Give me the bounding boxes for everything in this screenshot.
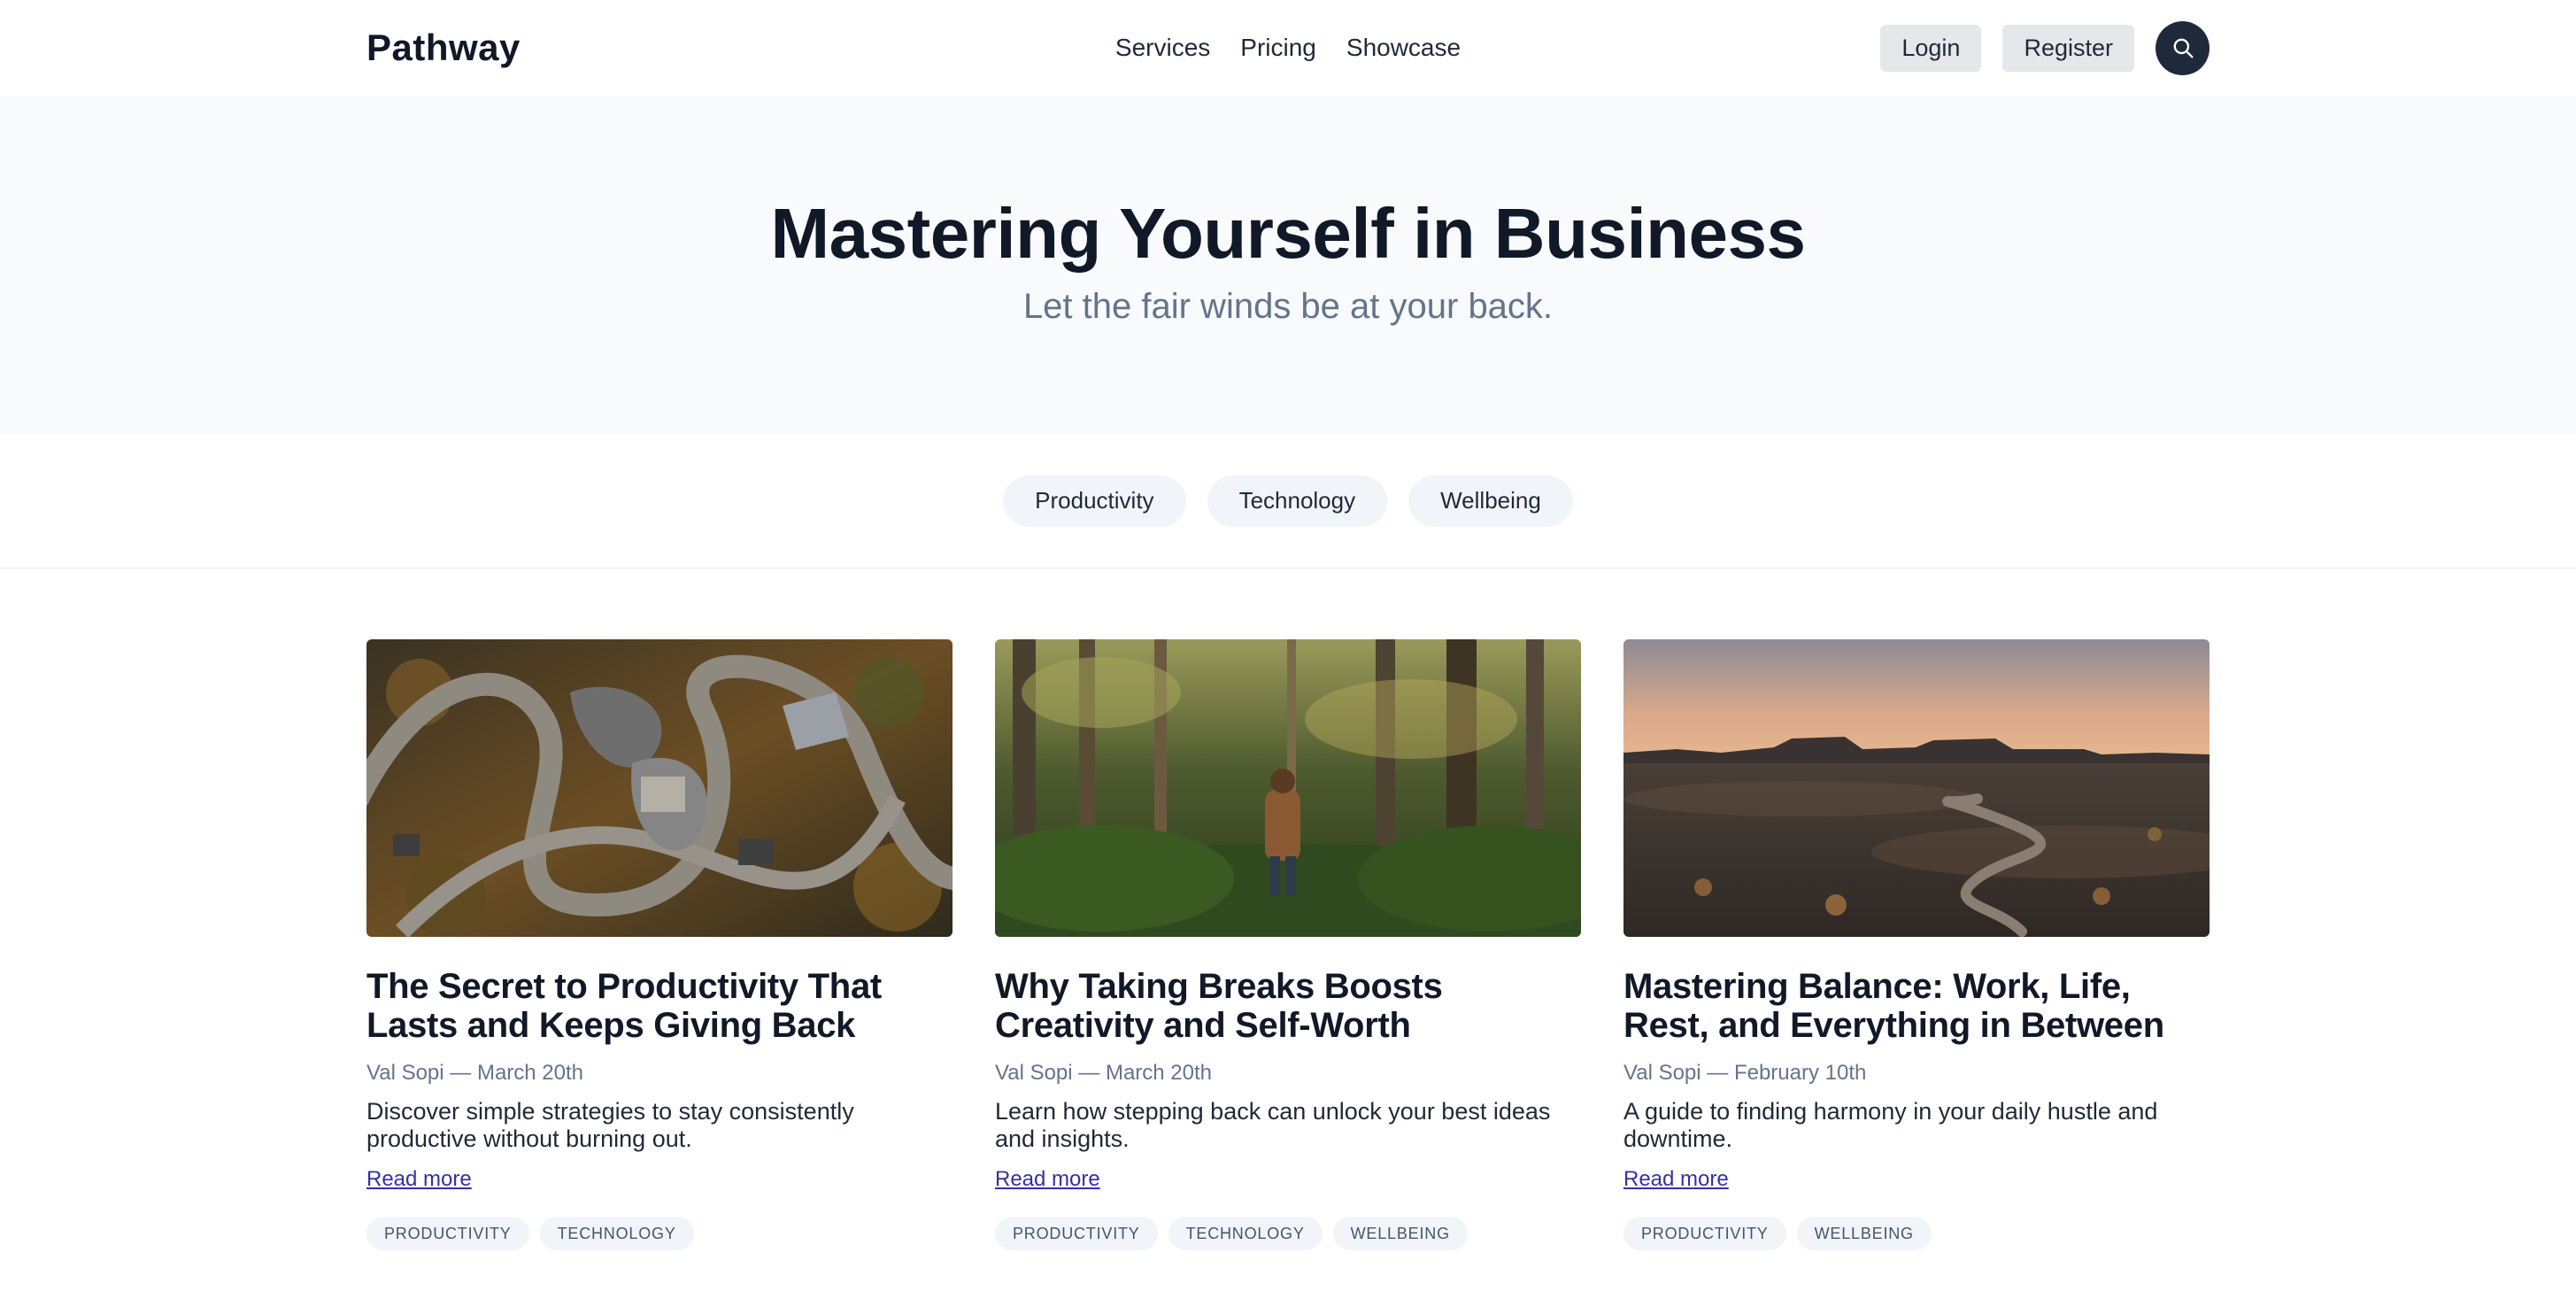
site-logo[interactable]: Pathway xyxy=(366,27,521,69)
article-description: Discover simple strategies to stay consi… xyxy=(366,1098,854,1152)
read-more-link[interactable]: Read more xyxy=(1623,1167,1729,1192)
tag-productivity[interactable]: PRODUCTIVITY xyxy=(366,1217,529,1250)
article-title[interactable]: The Secret to Productivity That Lasts an… xyxy=(366,967,953,1045)
tag-technology[interactable]: TECHNOLOGY xyxy=(539,1217,694,1250)
nav-link-pricing[interactable]: Pricing xyxy=(1240,34,1316,62)
read-more-link[interactable]: Read more xyxy=(995,1167,1100,1192)
read-more-link[interactable]: Read more xyxy=(366,1167,472,1192)
login-button[interactable]: Login xyxy=(1880,24,1982,72)
header-actions: Login Register xyxy=(1880,20,2210,75)
site-header: Pathway Services Pricing Showcase Login … xyxy=(0,0,2576,96)
article-description: Learn how stepping back can unlock your … xyxy=(995,1098,1551,1152)
tag-technology[interactable]: TECHNOLOGY xyxy=(1168,1217,1323,1250)
article-title[interactable]: Mastering Balance: Work, Life, Rest, and… xyxy=(1623,967,2210,1045)
hero-title: Mastering Yourself in Business xyxy=(770,194,1806,273)
search-button[interactable] xyxy=(2156,20,2210,75)
article-card: The Secret to Productivity That Lasts an… xyxy=(366,639,953,1250)
tag-productivity[interactable]: PRODUCTIVITY xyxy=(995,1217,1158,1250)
article-card: Mastering Balance: Work, Life, Rest, and… xyxy=(1623,639,2210,1250)
hero-subtitle: Let the fair winds be at your back. xyxy=(1022,287,1554,326)
tag-wellbeing[interactable]: WELLBEING xyxy=(1332,1217,1468,1250)
article-description: A guide to finding harmony in your daily… xyxy=(1623,1098,2158,1152)
nav-link-services[interactable]: Services xyxy=(1115,34,1210,62)
article-meta: Val Sopi — February 10th xyxy=(1623,1061,1867,1085)
filter-wellbeing[interactable]: Wellbeing xyxy=(1408,475,1573,527)
article-image[interactable] xyxy=(1623,639,2210,937)
filter-productivity[interactable]: Productivity xyxy=(1003,475,1186,527)
article-tags: PRODUCTIVITY TECHNOLOGY xyxy=(366,1217,953,1250)
category-filters: Productivity Technology Wellbeing xyxy=(0,434,2576,568)
main-nav: Services Pricing Showcase xyxy=(1115,34,1461,62)
hero-section: Mastering Yourself in Business Let the f… xyxy=(0,96,2576,434)
article-tags: PRODUCTIVITY TECHNOLOGY WELLBEING xyxy=(995,1217,1581,1250)
article-grid: The Secret to Productivity That Lasts an… xyxy=(366,568,2210,1250)
article-tags: PRODUCTIVITY WELLBEING xyxy=(1623,1217,2210,1250)
header-container: Pathway Services Pricing Showcase Login … xyxy=(366,0,2210,96)
search-icon xyxy=(2173,38,2193,58)
article-card: Why Taking Breaks Boosts Creativity and … xyxy=(995,639,1581,1250)
nav-link-showcase[interactable]: Showcase xyxy=(1346,34,1461,62)
article-meta: Val Sopi — March 20th xyxy=(995,1061,1213,1085)
article-title[interactable]: Why Taking Breaks Boosts Creativity and … xyxy=(995,967,1581,1045)
register-button[interactable]: Register xyxy=(2002,24,2134,72)
tag-wellbeing[interactable]: WELLBEING xyxy=(1796,1217,1932,1250)
article-meta: Val Sopi — March 20th xyxy=(366,1061,584,1085)
article-image[interactable] xyxy=(366,639,953,937)
filter-technology[interactable]: Technology xyxy=(1207,475,1388,527)
tag-productivity[interactable]: PRODUCTIVITY xyxy=(1623,1217,1786,1250)
article-image[interactable] xyxy=(995,639,1581,937)
